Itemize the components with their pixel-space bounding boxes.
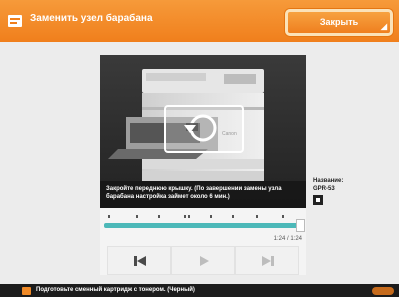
next-icon	[262, 256, 274, 266]
status-bar: Подготовьте сменный картридж с тонером. …	[0, 284, 399, 297]
close-button[interactable]: Закрыть ◢	[285, 9, 393, 36]
page-title: Заменить узел барабана	[30, 13, 153, 24]
video-panel: Canon Закройте переднюю крышку. (По заве…	[100, 55, 306, 275]
prev-icon	[134, 256, 146, 266]
time-readout: 1:24 / 1:24	[273, 236, 302, 242]
instruction-caption: Закройте переднюю крышку. (По завершении…	[100, 181, 306, 208]
close-button-label: Закрыть	[319, 17, 359, 27]
info-icon	[313, 195, 323, 205]
playback-controls	[100, 246, 306, 275]
header-bar: Заменить узел барабана Закрыть ◢	[0, 0, 399, 42]
name-label: Название:	[313, 178, 344, 184]
part-code: GPR-53	[313, 186, 335, 192]
chapter-markers	[106, 215, 302, 219]
play-button[interactable]	[171, 246, 235, 275]
corner-arrow-icon: ◢	[380, 22, 387, 31]
status-message: Подготовьте сменный картридж с тонером. …	[36, 287, 195, 293]
progress-bar[interactable]	[104, 223, 302, 228]
next-button[interactable]	[235, 246, 299, 275]
video-player[interactable]: Canon Закройте переднюю крышку. (По заве…	[100, 55, 306, 208]
warning-icon	[22, 287, 31, 295]
screen: Заменить узел барабана Закрыть ◢ Закройт…	[0, 0, 399, 297]
status-indicator[interactable]	[372, 287, 394, 295]
menu-icon	[8, 15, 22, 27]
prev-button[interactable]	[107, 246, 171, 275]
play-icon	[200, 256, 209, 266]
progress-handle[interactable]	[296, 219, 305, 232]
